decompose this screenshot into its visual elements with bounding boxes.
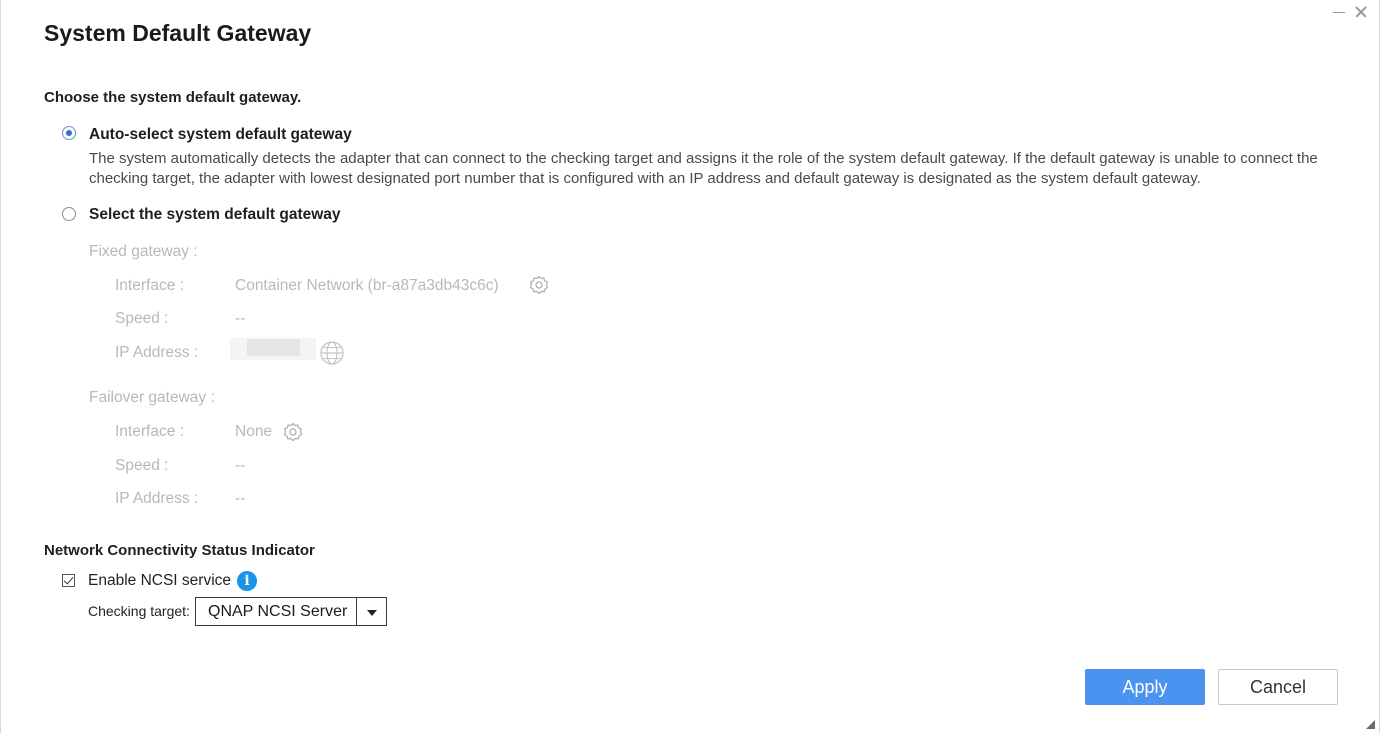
info-icon[interactable]: i — [237, 571, 257, 591]
gateway-section-heading: Choose the system default gateway. — [44, 89, 302, 106]
fixed-interface-value: Container Network (br-a87a3db43c6c) — [235, 277, 499, 294]
fixed-speed-value: -- — [235, 310, 246, 327]
close-icon[interactable] — [1353, 4, 1369, 20]
enable-ncsi-checkbox[interactable] — [62, 574, 75, 587]
system-default-gateway-dialog: System Default Gateway Choose the system… — [0, 0, 1380, 733]
checking-target-select[interactable]: QNAP NCSI Server — [195, 597, 387, 626]
enable-ncsi-label[interactable]: Enable NCSI service — [88, 572, 231, 590]
failover-interface-label: Interface : — [115, 423, 184, 440]
checking-target-label: Checking target: — [88, 603, 190, 619]
fixed-interface-settings-icon[interactable] — [529, 275, 549, 295]
auto-select-label[interactable]: Auto-select system default gateway — [89, 126, 352, 144]
dialog-title: System Default Gateway — [44, 20, 312, 46]
failover-speed-value: -- — [235, 457, 246, 474]
failover-ip-label: IP Address : — [115, 490, 199, 507]
manual-select-label[interactable]: Select the system default gateway — [89, 206, 341, 224]
fixed-interface-label: Interface : — [115, 277, 184, 294]
select-divider — [356, 598, 357, 625]
chevron-down-icon[interactable] — [367, 610, 377, 616]
auto-select-radio[interactable] — [62, 126, 76, 140]
window-controls — [1331, 4, 1369, 20]
failover-ip-value: -- — [235, 490, 246, 507]
minimize-icon[interactable] — [1331, 4, 1347, 20]
resize-grip-icon[interactable] — [1366, 720, 1375, 729]
failover-gateway-heading: Failover gateway : — [89, 389, 215, 406]
failover-interface-value: None — [235, 423, 273, 440]
ncsi-heading: Network Connectivity Status Indicator — [44, 542, 315, 559]
fixed-ip-value-redacted-inner — [247, 339, 300, 356]
auto-select-description: The system automatically detects the ada… — [89, 150, 1318, 187]
failover-speed-label: Speed : — [115, 457, 169, 474]
globe-icon[interactable] — [319, 340, 345, 366]
apply-button[interactable]: Apply — [1085, 669, 1205, 705]
manual-select-radio[interactable] — [62, 207, 76, 221]
fixed-ip-label: IP Address : — [115, 344, 199, 361]
checking-target-value: QNAP NCSI Server — [208, 603, 348, 620]
fixed-gateway-heading: Fixed gateway : — [89, 243, 198, 260]
failover-interface-settings-icon[interactable] — [283, 422, 303, 442]
cancel-button[interactable]: Cancel — [1218, 669, 1338, 705]
fixed-speed-label: Speed : — [115, 310, 169, 327]
